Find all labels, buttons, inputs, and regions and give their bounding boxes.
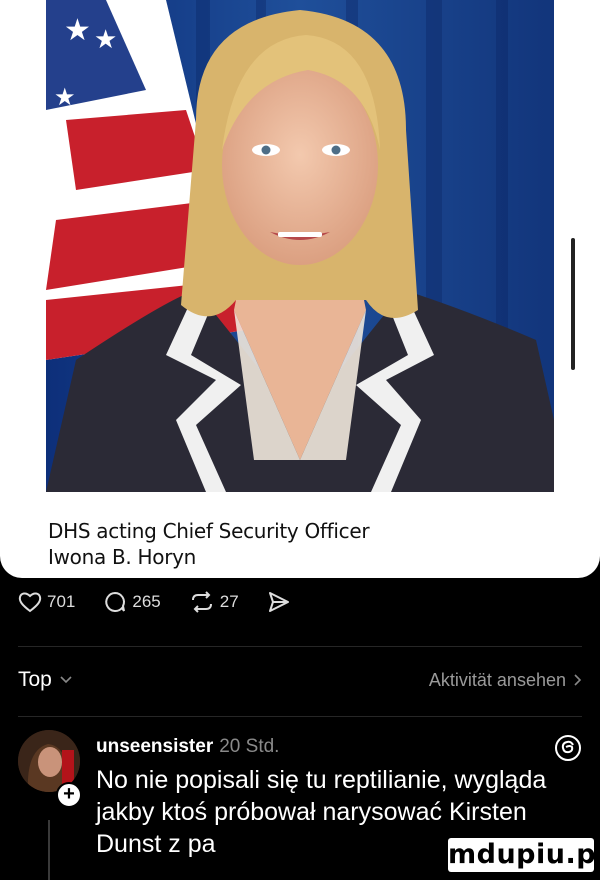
watermark: mdupiu.pl: [448, 838, 600, 872]
share-icon: [268, 592, 289, 612]
divider: [18, 646, 582, 647]
like-count: 701: [47, 592, 76, 611]
activity-link[interactable]: Aktivität ansehen: [429, 670, 582, 691]
post-caption: DHS acting Chief Security Officer Iwona …: [48, 518, 370, 570]
svg-text:★: ★: [94, 24, 117, 54]
repost-icon: [191, 591, 212, 613]
comment-header: unseensister 20 Std.: [96, 736, 279, 758]
sort-row: Top Aktivität ansehen: [18, 666, 582, 694]
comment-username[interactable]: unseensister: [96, 736, 213, 757]
comment-button[interactable]: 265: [103, 590, 161, 614]
thread-line: [48, 820, 50, 880]
action-bar: 701 265 27: [18, 586, 319, 618]
follow-plus-icon[interactable]: +: [56, 782, 82, 808]
caption-line-2: Iwona B. Horyn: [48, 545, 197, 569]
chevron-right-icon: [574, 674, 582, 686]
repost-button[interactable]: 27: [189, 590, 239, 614]
like-button[interactable]: 701: [18, 591, 75, 613]
activity-link-label: Aktivität ansehen: [428, 669, 566, 690]
divider: [18, 716, 582, 717]
share-button[interactable]: [267, 590, 291, 614]
chevron-down-icon: [60, 676, 72, 684]
comment-icon: [105, 591, 126, 612]
scrollbar[interactable]: [571, 238, 575, 370]
comment-count: 265: [132, 592, 161, 611]
sort-dropdown[interactable]: Top: [18, 668, 72, 692]
repost-count: 27: [219, 592, 239, 611]
portrait-image: ★ ★ ★: [46, 0, 554, 492]
post-card: ★ ★ ★ DHS acting Chief Security Officer …: [0, 0, 600, 578]
sort-label: Top: [18, 668, 52, 691]
post-photo[interactable]: ★ ★ ★: [46, 0, 554, 492]
svg-text:★: ★: [54, 84, 76, 111]
threads-icon[interactable]: [554, 734, 582, 762]
caption-line-1: DHS acting Chief Security Officer: [48, 519, 370, 543]
svg-text:★: ★: [64, 14, 91, 47]
comment-time: 20 Std.: [219, 736, 280, 757]
heart-icon: [18, 592, 42, 613]
